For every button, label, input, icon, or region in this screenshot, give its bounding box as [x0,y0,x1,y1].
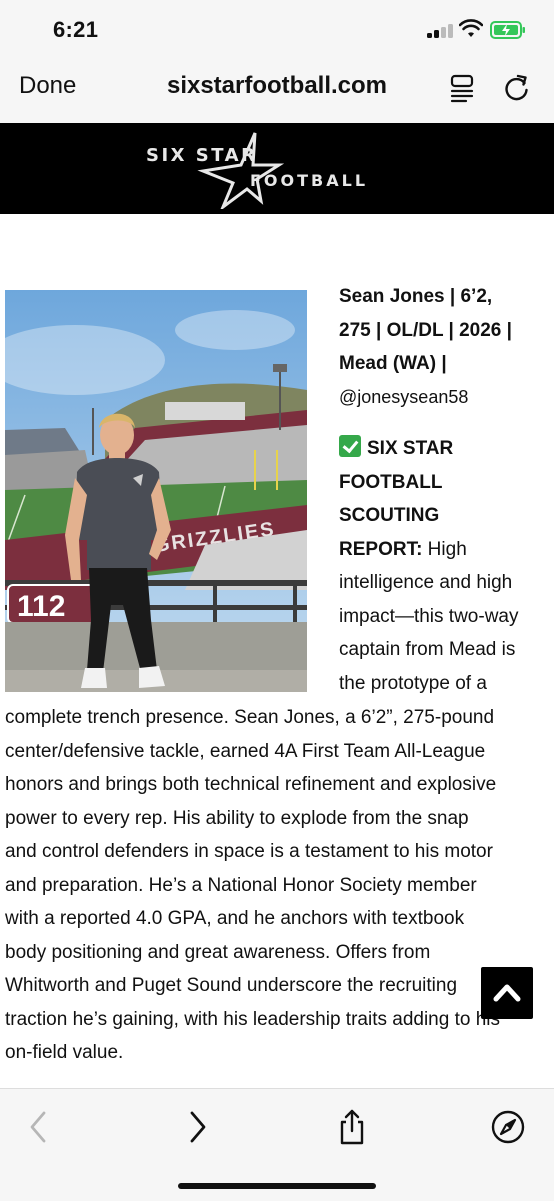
report-text: captain from Mead is [339,639,516,660]
home-indicator[interactable] [178,1183,376,1189]
report-label: REPORT: [339,538,423,560]
compass-icon[interactable] [490,1109,526,1145]
headline-line: 275 | OL/DL | 2026 | [339,319,512,341]
body-line: honors and brings both technical refinem… [5,774,497,795]
report-text: impact—this two-way [339,605,519,627]
report-heading-line: FOOTBALL [339,471,443,493]
body-line: center/defensive tackle, earned 4A First… [5,740,486,762]
status-time: 6:21 [53,17,99,42]
report-text: the prototype of a [339,672,487,694]
scouting-report-block: SIX STAR FOOTBALL SCOUTING REPORT: High … [339,432,551,700]
browser-bar: Done sixstarfootball.com [0,60,554,123]
body-line: and preparation. He’s a National Honor S… [5,874,477,896]
status-bar: 6:21 [0,0,554,60]
share-icon[interactable] [334,1109,370,1145]
article-headline: Sean Jones | 6’2, 275 | OL/DL | 2026 | M… [339,280,549,414]
site-logo[interactable]: SIX STAR FOOTBALL [140,129,410,209]
logo-text-bottom: FOOTBALL [250,171,369,190]
chevron-left-icon[interactable] [20,1109,56,1145]
logo-text-top: SIX STAR [146,145,258,166]
report-heading-line: SCOUTING [339,505,440,526]
battery-icon [490,21,525,39]
report-heading-line: SIX STAR [367,438,454,459]
body-line: power to every rep. His ability to explo… [5,807,469,829]
star-logo-icon [197,132,285,209]
done-button[interactable]: Done [19,72,76,100]
body-line: traction he’s gaining, with his leadersh… [5,1008,500,1030]
railing-number: 112 [17,590,65,623]
body-line: on-field value. [5,1042,124,1063]
body-line: complete trench presence. Sean Jones, a … [5,707,495,728]
scroll-to-top-button[interactable] [481,967,533,1019]
check-icon [339,435,361,457]
report-text: intelligence and high [339,572,513,593]
reload-icon[interactable] [503,73,531,103]
article-body: complete trench presence. Sean Jones, a … [5,701,550,1070]
wifi-icon [459,19,483,37]
social-handle-link[interactable]: @jonesysean58 [339,381,549,415]
body-line: body positioning and great awareness. Of… [5,941,431,963]
headline-line: Sean Jones | 6’2, [339,286,493,307]
cellular-signal-icon [427,22,455,38]
site-header: SIX STAR FOOTBALL [0,123,554,214]
body-line: with a reported 4.0 GPA, and he anchors … [5,908,465,929]
reader-icon[interactable] [449,73,475,103]
body-line: and control defenders in space is a test… [5,841,493,862]
chevron-right-icon[interactable] [180,1109,216,1145]
player-photo: GRIZZLIES 112 [5,290,307,692]
report-text: High [422,538,467,560]
chevron-up-icon [493,984,521,1002]
headline-line: Mead (WA) | [339,353,447,374]
body-line: Whitworth and Puget Sound underscore the… [5,975,458,996]
